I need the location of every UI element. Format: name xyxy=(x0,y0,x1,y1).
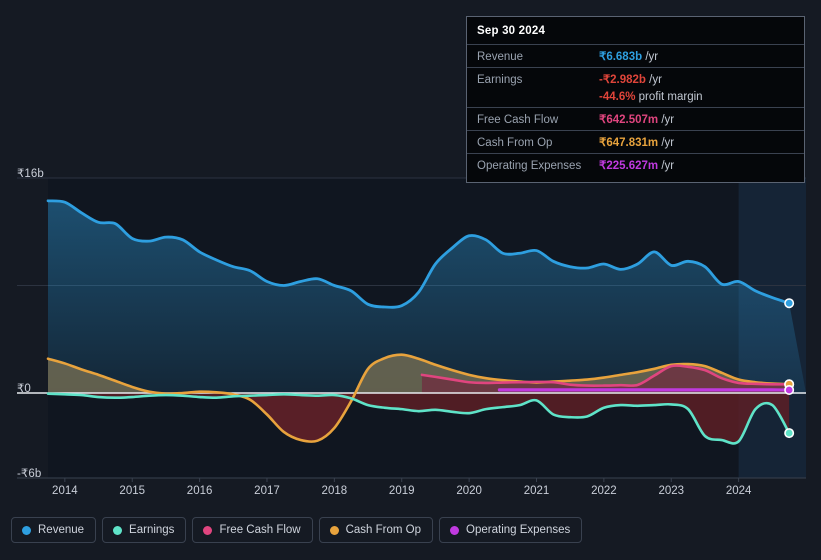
chart-legend[interactable]: Revenue Earnings Free Cash Flow Cash From O… xyxy=(11,517,583,543)
tooltip-row: Revenue ₹6.683b /yr xyxy=(467,44,804,67)
tooltip-row-unit: /yr xyxy=(645,74,662,86)
legend-item-free-cash-flow[interactable]: Free Cash Flow xyxy=(192,517,313,543)
tooltip-date: Sep 30 2024 xyxy=(477,25,546,37)
tooltip-row: Cash From Op ₹647.831m /yr xyxy=(467,130,804,153)
tooltip-row-value: ₹642.507m /yr xyxy=(599,112,674,126)
legend-color-dot xyxy=(450,525,460,535)
tooltip-row-number: -44.6% xyxy=(599,91,636,103)
x-axis-tick-2021: 2021 xyxy=(523,485,550,497)
tooltip-row-key: Free Cash Flow xyxy=(477,114,559,126)
tooltip-row-key: Revenue xyxy=(477,51,524,63)
tooltip-row-number: ₹647.831m xyxy=(599,137,659,149)
tooltip-row: Free Cash Flow ₹642.507m /yr xyxy=(467,107,804,130)
tooltip-row-number: -₹2.982b xyxy=(599,74,646,86)
legend-color-dot xyxy=(203,525,213,535)
legend-color-dot xyxy=(329,525,339,535)
tooltip-row-key: Cash From Op xyxy=(477,137,553,149)
legend-item-label: Revenue xyxy=(38,524,85,536)
end-marker-earnings xyxy=(784,428,795,439)
legend-color-dot xyxy=(113,525,123,535)
legend-item-earnings[interactable]: Earnings xyxy=(102,517,187,543)
tooltip-row-value: ₹6.683b /yr xyxy=(599,49,658,63)
tooltip-row-unit: /yr xyxy=(642,51,659,63)
x-axis-tick-2023: 2023 xyxy=(658,485,685,497)
legend-item-cash-from-op[interactable]: Cash From Op xyxy=(318,517,434,543)
tooltip-row: -44.6% profit margin xyxy=(467,90,804,107)
x-axis-tick-2017: 2017 xyxy=(254,485,280,497)
legend-item-label: Cash From Op xyxy=(345,524,422,536)
x-axis-tick-2022: 2022 xyxy=(591,485,617,497)
tooltip-rows: Revenue ₹6.683b /yr Earnings -₹2.982b /yr -4… xyxy=(467,44,804,176)
tooltip-row-value: -₹2.982b /yr xyxy=(599,72,662,86)
tooltip-row-unit: profit margin xyxy=(635,91,703,103)
y-axis-label-bottom: -₹6b xyxy=(17,468,42,480)
tooltip-row-value: ₹647.831m /yr xyxy=(599,135,674,149)
tooltip-row: Operating Expenses ₹225.627m /yr xyxy=(467,153,804,176)
legend-item-label: Free Cash Flow xyxy=(219,524,301,536)
x-axis-tick-2018: 2018 xyxy=(321,485,348,497)
legend-item-revenue[interactable]: Revenue xyxy=(11,517,97,543)
y-axis-label-zero: ₹0 xyxy=(17,383,31,395)
legend-item-label: Operating Expenses xyxy=(466,524,571,536)
tooltip-row-number: ₹225.627m xyxy=(599,160,659,172)
x-axis-tick-2016: 2016 xyxy=(186,485,213,497)
legend-item-label: Earnings xyxy=(129,524,175,536)
data-tooltip: Sep 30 2024 Revenue ₹6.683b /yr Earnings -₹… xyxy=(466,16,805,183)
x-axis-tick-2019: 2019 xyxy=(388,485,415,497)
legend-color-dot xyxy=(22,525,31,535)
tooltip-row-unit: /yr xyxy=(658,160,675,172)
tooltip-row-number: ₹6.683b xyxy=(599,51,643,63)
tooltip-row-value: ₹225.627m /yr xyxy=(599,158,674,172)
x-axis-tick-2015: 2015 xyxy=(119,485,146,497)
x-axis-tick-2014: 2014 xyxy=(52,485,78,497)
legend-item-operating-expenses[interactable]: Operating Expenses xyxy=(439,517,583,543)
y-axis-label-top: ₹16b xyxy=(17,168,44,180)
tooltip-row-unit: /yr xyxy=(658,137,675,149)
tooltip-row-value: -44.6% profit margin xyxy=(599,91,703,103)
end-marker-revenue xyxy=(784,298,795,309)
tooltip-row-key: Operating Expenses xyxy=(477,160,582,172)
x-axis-tick-2020: 2020 xyxy=(456,485,482,497)
end-marker-operating-expenses xyxy=(784,384,795,395)
tooltip-row-number: ₹642.507m xyxy=(599,114,659,126)
tooltip-row: Earnings -₹2.982b /yr xyxy=(467,67,804,90)
x-axis-tick-2024: 2024 xyxy=(725,485,752,497)
tooltip-row-unit: /yr xyxy=(658,114,675,126)
tooltip-row-key: Earnings xyxy=(477,74,523,86)
